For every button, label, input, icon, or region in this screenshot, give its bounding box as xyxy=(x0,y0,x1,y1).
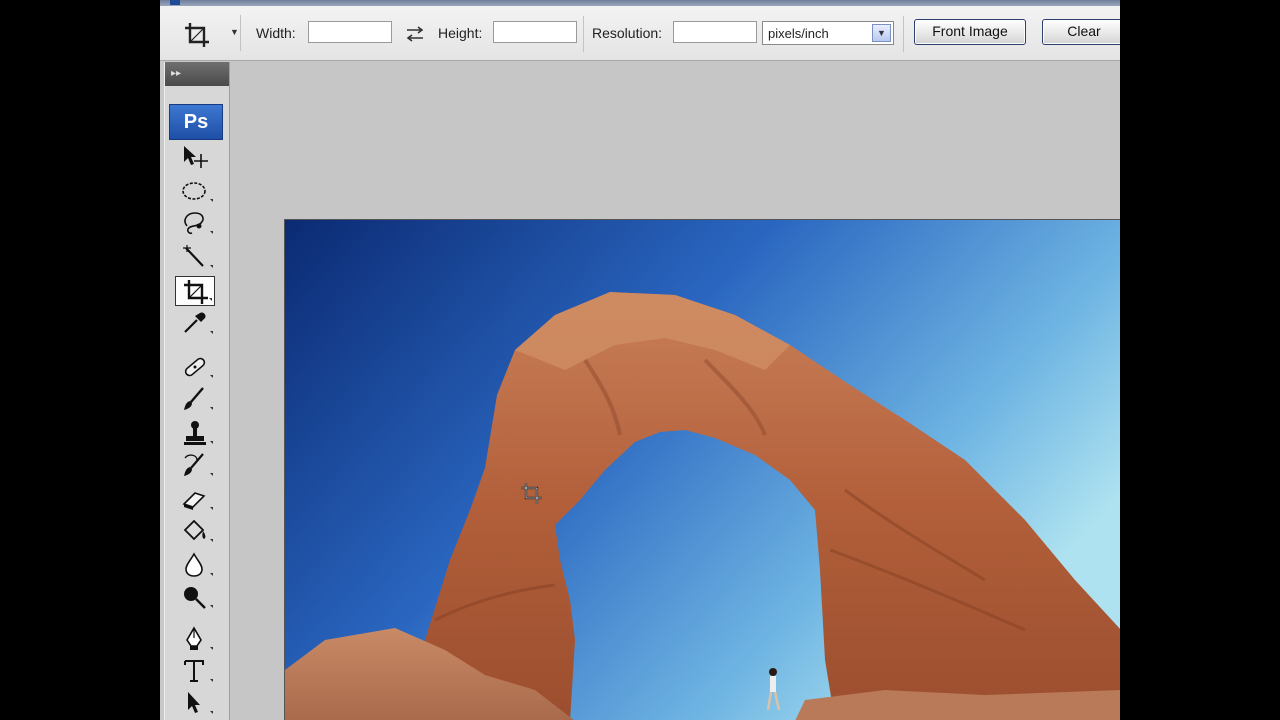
move-icon xyxy=(184,146,208,168)
path-selection-icon xyxy=(188,692,200,713)
resolution-unit-select[interactable]: pixels/inch ▼ xyxy=(762,21,894,45)
resolution-field[interactable] xyxy=(673,21,757,43)
type-tool[interactable] xyxy=(175,656,215,686)
tool-preset-picker[interactable]: ▼ xyxy=(170,15,241,51)
paint-bucket-icon xyxy=(183,519,206,541)
healing-brush-icon xyxy=(184,357,206,377)
width-label: Width: xyxy=(256,25,296,41)
crop-tool[interactable] xyxy=(175,276,215,306)
expand-icon[interactable]: ▸▸ xyxy=(171,68,181,79)
divider xyxy=(583,16,584,52)
resolution-unit-value: pixels/inch xyxy=(768,26,829,41)
canvas-area[interactable] xyxy=(230,61,1120,720)
eraser-tool[interactable] xyxy=(175,484,215,514)
pen-tool[interactable] xyxy=(175,624,215,654)
pen-icon xyxy=(186,626,202,650)
clone-stamp-tool[interactable] xyxy=(175,418,215,448)
desert-arch-photo[interactable] xyxy=(285,220,1120,720)
dodge-tool[interactable] xyxy=(175,582,215,612)
path-selection-tool[interactable] xyxy=(175,688,215,718)
magic-wand-icon xyxy=(183,245,204,267)
height-field[interactable] xyxy=(493,21,577,43)
width-field[interactable] xyxy=(308,21,392,43)
elliptical-marquee-icon xyxy=(182,182,206,200)
height-label: Height: xyxy=(438,25,483,41)
document-canvas[interactable] xyxy=(284,219,1120,720)
paint-bucket-tool[interactable] xyxy=(175,516,215,546)
eyedropper-tool[interactable] xyxy=(175,308,215,338)
healing-brush-tool[interactable] xyxy=(175,352,215,382)
clone-stamp-icon xyxy=(184,421,206,445)
dodge-icon xyxy=(184,587,206,609)
chevron-down-icon[interactable]: ▼ xyxy=(872,24,891,42)
brush-tool[interactable] xyxy=(175,384,215,414)
chevron-down-icon: ▼ xyxy=(230,27,239,37)
lasso-icon xyxy=(184,212,204,235)
options-bar: ▼ Width: Height: Resolution: pixels/inch… xyxy=(160,6,1120,61)
marquee-tool[interactable] xyxy=(175,176,215,206)
blur-tool[interactable] xyxy=(175,550,215,580)
tools-panel: ▸▸ Ps xyxy=(164,62,230,720)
clear-button[interactable]: Clear xyxy=(1042,19,1120,45)
app-icon xyxy=(170,0,180,5)
crop-icon xyxy=(185,23,209,47)
resolution-label: Resolution: xyxy=(592,25,663,41)
move-tool[interactable] xyxy=(175,142,215,172)
front-image-button[interactable]: Front Image xyxy=(914,19,1026,45)
swap-icon[interactable] xyxy=(404,26,426,42)
eraser-icon xyxy=(182,492,206,510)
panel-grip[interactable]: ▸▸ xyxy=(165,62,229,86)
eyedropper-icon xyxy=(184,312,206,333)
lasso-tool[interactable] xyxy=(175,208,215,238)
blur-icon xyxy=(185,552,203,577)
photoshop-window: ▼ Width: Height: Resolution: pixels/inch… xyxy=(160,0,1120,720)
type-icon xyxy=(184,660,204,682)
history-brush-tool[interactable] xyxy=(175,450,215,480)
magic-wand-tool[interactable] xyxy=(175,242,215,272)
crop-icon xyxy=(184,280,208,304)
brush-icon xyxy=(184,387,204,410)
divider xyxy=(903,16,904,52)
ps-logo[interactable]: Ps xyxy=(169,104,223,140)
history-brush-icon xyxy=(184,453,204,476)
